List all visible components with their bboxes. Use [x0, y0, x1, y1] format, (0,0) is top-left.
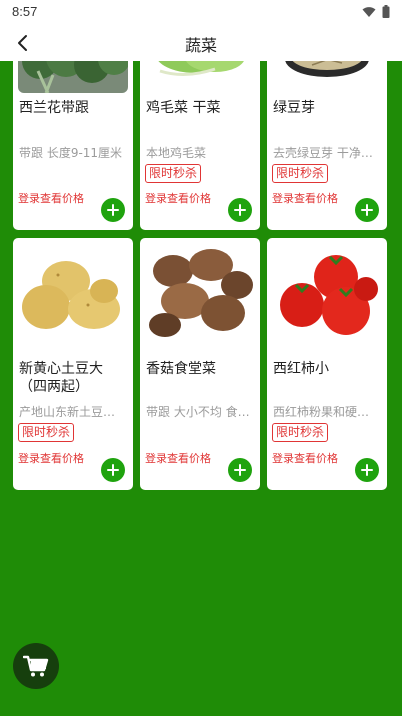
product-card[interactable]: 新黄心土豆大（四两起） 产地山东新土豆四两起 限时秒杀 登录查看价格 — [13, 238, 133, 490]
app-bar: 蔬菜 — [0, 24, 402, 61]
product-name: 香菇食堂菜 — [146, 361, 216, 377]
product-name: 西红柿小 — [273, 361, 329, 377]
product-desc: 去壳绿豆芽 干净新鲜 — [273, 146, 379, 160]
product-card[interactable]: 香菇食堂菜 带跟 大小不均 食堂菜 登录查看价格 — [140, 238, 260, 490]
product-desc: 西红柿粉果和硬果随机 — [273, 405, 379, 419]
product-card[interactable]: 绿豆芽 去壳绿豆芽 干净新鲜 限时秒杀 登录查看价格 — [267, 61, 387, 230]
cart-icon — [23, 655, 49, 677]
flash-sale-badge: 限时秒杀 — [272, 164, 329, 183]
page-title: 蔬菜 — [184, 36, 217, 55]
product-card[interactable]: 西兰花带跟 带跟 长度9-11厘米 登录查看价格 — [13, 61, 133, 230]
product-name: 鸡毛菜 干菜 — [146, 100, 221, 116]
product-price-login[interactable]: 登录查看价格 — [272, 190, 338, 206]
product-image-tomato — [272, 245, 382, 341]
product-image-broccoli — [18, 61, 128, 93]
product-price-login[interactable]: 登录查看价格 — [145, 450, 211, 466]
add-to-cart-button[interactable] — [101, 198, 125, 222]
add-to-cart-button[interactable] — [355, 198, 379, 222]
status-time: 8:57 — [12, 4, 38, 19]
add-to-cart-button[interactable] — [101, 458, 125, 482]
product-grid[interactable]: 西兰花带跟 带跟 长度9-11厘米 登录查看价格 鸡毛菜 干菜 本地鸡毛菜 限时… — [0, 61, 402, 716]
battery-icon — [382, 5, 390, 18]
product-desc: 带跟 长度9-11厘米 — [19, 146, 123, 160]
product-name: 西兰花带跟 — [19, 100, 89, 116]
flash-sale-badge: 限时秒杀 — [18, 423, 75, 442]
product-image-bean-sprouts — [272, 61, 382, 81]
product-image-greens — [145, 61, 255, 81]
product-desc: 带跟 大小不均 食堂菜 — [146, 405, 252, 419]
product-image-potato — [18, 245, 128, 341]
product-price-login[interactable]: 登录查看价格 — [145, 190, 211, 206]
product-image-shiitake — [145, 245, 255, 341]
product-card[interactable]: 西红柿小 西红柿粉果和硬果随机 限时秒杀 登录查看价格 — [267, 238, 387, 490]
add-to-cart-button[interactable] — [228, 458, 252, 482]
product-desc: 本地鸡毛菜 — [146, 146, 207, 160]
product-desc: 产地山东新土豆四两起 — [19, 405, 125, 419]
product-price-login[interactable]: 登录查看价格 — [18, 450, 84, 466]
add-to-cart-button[interactable] — [228, 198, 252, 222]
flash-sale-badge: 限时秒杀 — [272, 423, 329, 442]
status-bar: 8:57 — [0, 0, 402, 24]
product-name: 绿豆芽 — [273, 100, 315, 116]
cart-button[interactable] — [13, 643, 59, 689]
flash-sale-badge: 限时秒杀 — [145, 164, 202, 183]
status-icons — [362, 5, 390, 18]
product-price-login[interactable]: 登录查看价格 — [18, 190, 84, 206]
wifi-icon — [362, 6, 376, 17]
product-card[interactable]: 鸡毛菜 干菜 本地鸡毛菜 限时秒杀 登录查看价格 — [140, 61, 260, 230]
add-to-cart-button[interactable] — [355, 458, 379, 482]
product-price-login[interactable]: 登录查看价格 — [272, 450, 338, 466]
product-name: 新黄心土豆大（四两起） — [19, 361, 103, 395]
